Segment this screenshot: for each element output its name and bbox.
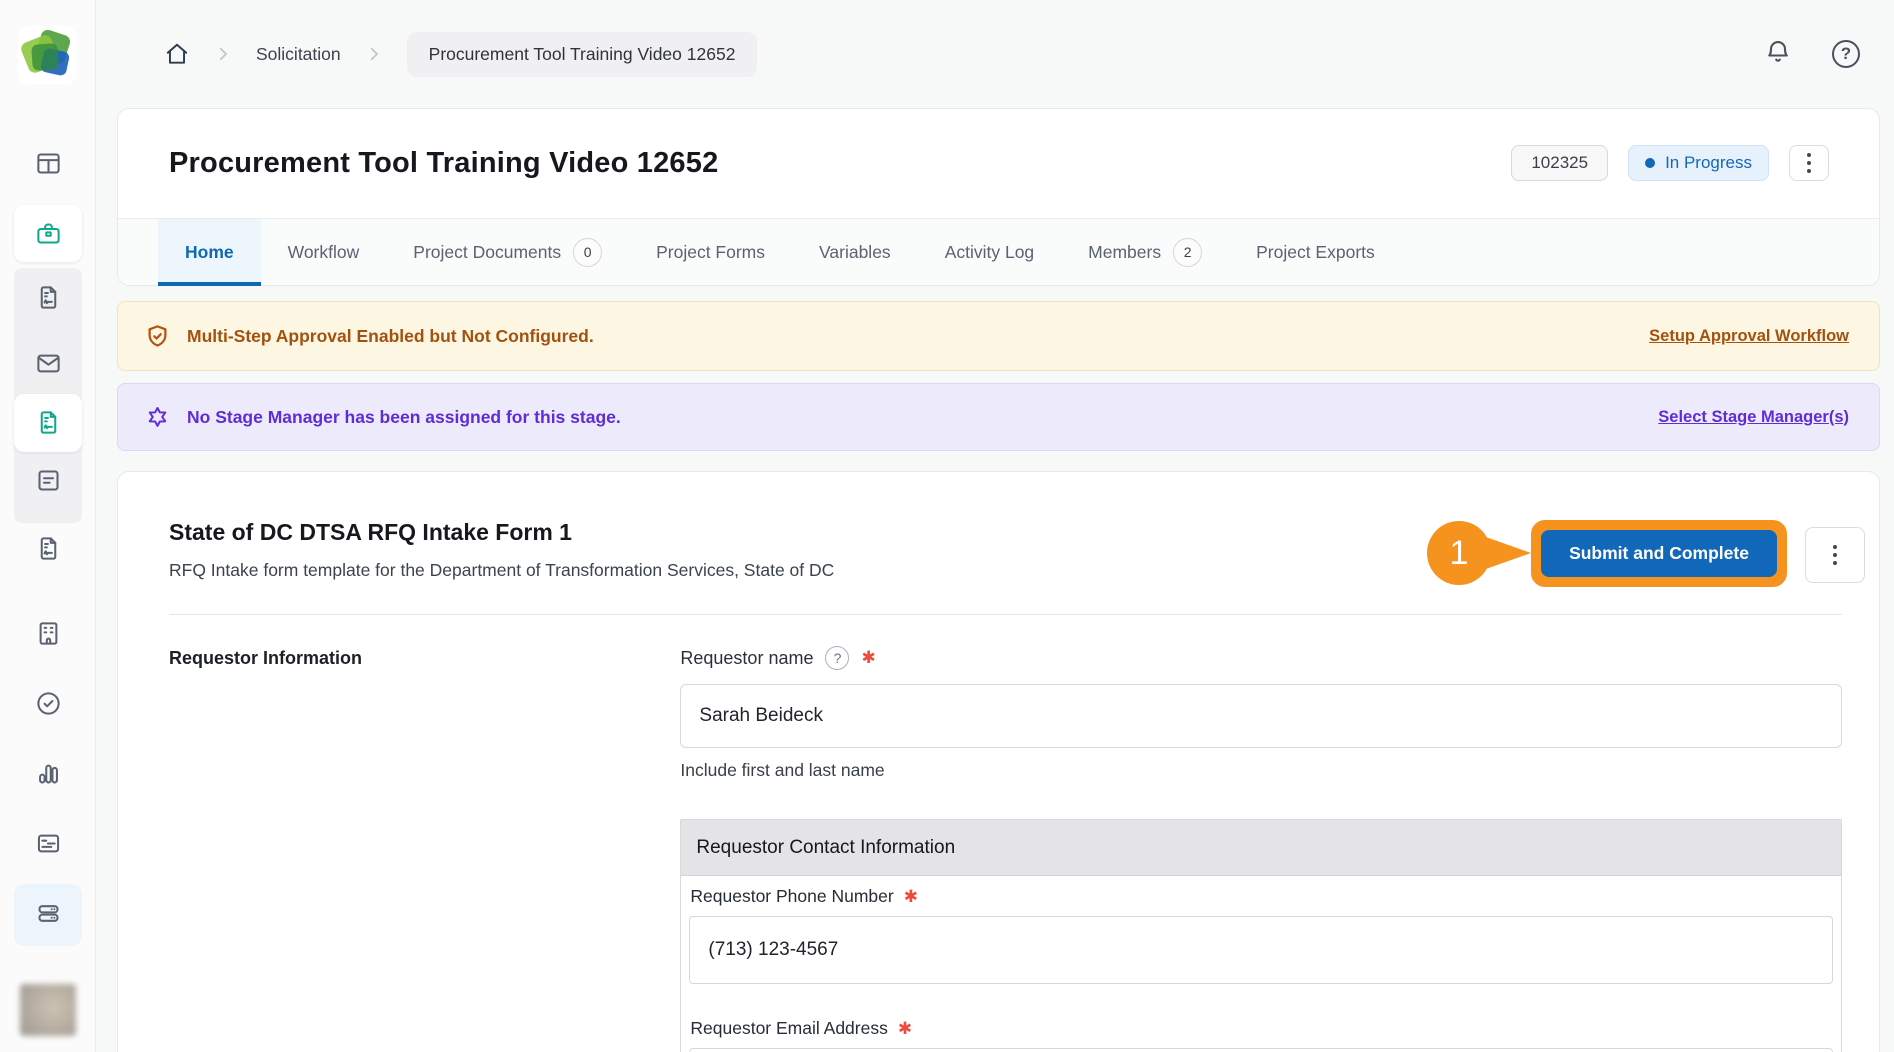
select-stage-manager-link[interactable]: Select Stage Manager(s) [1658, 408, 1849, 427]
requestor-name-input[interactable] [680, 684, 1842, 748]
required-asterisk: ✱ [904, 887, 918, 907]
tab-count-badge: 0 [573, 238, 602, 267]
setup-approval-workflow-link[interactable]: Setup Approval Workflow [1649, 327, 1849, 346]
submit-and-complete-button[interactable]: Submit and Complete [1541, 530, 1777, 577]
dashboard-layout-icon[interactable] [0, 150, 96, 177]
main-area: Solicitation Procurement Tool Training V… [96, 0, 1894, 1052]
tab-activity-log[interactable]: Activity Log [918, 219, 1061, 285]
bar-chart-icon[interactable] [0, 760, 96, 787]
requestor-phone-input[interactable] [689, 916, 1833, 984]
requestor-name-helper-text: Include first and last name [680, 760, 1842, 781]
tab-count-badge: 2 [1173, 238, 1202, 267]
form-kebab-menu-button[interactable] [1805, 527, 1865, 583]
briefcase-icon[interactable] [0, 220, 96, 247]
required-asterisk: ✱ [898, 1019, 912, 1039]
requestor-information-section-label: Requestor Information [169, 646, 680, 669]
tab-variables[interactable]: Variables [792, 219, 918, 285]
requestor-email-input[interactable] [689, 1048, 1833, 1052]
tab-project-exports[interactable]: Project Exports [1229, 219, 1402, 285]
tab-members[interactable]: Members2 [1061, 219, 1229, 285]
kebab-menu-icon [1833, 545, 1837, 565]
chevron-right-icon [214, 45, 232, 63]
project-id-badge: 102325 [1511, 145, 1608, 181]
tab-project-documents[interactable]: Project Documents0 [386, 219, 629, 285]
status-dot [1645, 158, 1655, 168]
envelope-icon[interactable] [0, 350, 96, 377]
breadcrumb-solicitation[interactable]: Solicitation [256, 44, 341, 65]
required-asterisk: ✱ [861, 648, 875, 668]
form-card-icon[interactable] [0, 830, 96, 857]
sidebar [0, 0, 96, 1052]
requestor-name-label: Requestor name [680, 648, 813, 669]
question-circle-icon[interactable]: ? [825, 646, 849, 670]
bell-icon[interactable] [1764, 38, 1792, 71]
form-header-divider [169, 614, 1842, 615]
annotation-step-marker: 1 [1427, 521, 1491, 585]
kebab-menu-icon [1807, 153, 1811, 173]
home-icon[interactable] [164, 41, 190, 67]
avatar[interactable] [20, 984, 76, 1036]
check-circle-icon[interactable] [0, 690, 96, 717]
requestor-phone-label: Requestor Phone Number [690, 886, 893, 907]
approval-warning-banner: Multi-Step Approval Enabled but Not Conf… [117, 301, 1880, 371]
help-icon[interactable]: ? [1832, 40, 1860, 68]
stage-manager-banner: No Stage Manager has been assigned for t… [117, 383, 1880, 451]
status-label: In Progress [1665, 153, 1752, 173]
tab-home[interactable]: Home [158, 219, 261, 285]
chevron-right-icon [365, 45, 383, 63]
app-window: Solicitation Procurement Tool Training V… [0, 0, 1894, 1052]
opengov-logo[interactable] [18, 26, 76, 84]
stage-manager-message: No Stage Manager has been assigned for t… [187, 407, 621, 428]
stage-star-icon [144, 404, 171, 431]
requestor-contact-header: Requestor Contact Information [681, 820, 1841, 876]
status-badge[interactable]: In Progress [1628, 145, 1769, 181]
breadcrumb: Solicitation Procurement Tool Training V… [164, 32, 757, 77]
submit-highlight-ring: Submit and Complete [1531, 520, 1787, 587]
requestor-contact-fieldset: Requestor Contact Information Requestor … [680, 819, 1842, 1052]
page-title: Procurement Tool Training Video 12652 [169, 147, 718, 180]
breadcrumb-current-page[interactable]: Procurement Tool Training Video 12652 [407, 32, 758, 77]
project-header-card: Procurement Tool Training Video 12652 10… [117, 108, 1880, 286]
tab-workflow[interactable]: Workflow [261, 219, 387, 285]
tab-project-forms[interactable]: Project Forms [629, 219, 792, 285]
intake-form-icon-active[interactable] [0, 409, 96, 436]
project-kebab-menu-button[interactable] [1789, 145, 1829, 181]
approval-warning-message: Multi-Step Approval Enabled but Not Conf… [187, 326, 594, 347]
server-stack-icon[interactable] [0, 900, 96, 927]
building-icon[interactable] [0, 620, 96, 647]
notes-icon[interactable] [0, 467, 96, 494]
intake-form-card: State of DC DTSA RFQ Intake Form 1 RFQ I… [117, 471, 1880, 1052]
contract-document-icon[interactable] [0, 284, 96, 311]
requestor-email-label: Requestor Email Address [690, 1018, 887, 1039]
shield-check-icon [144, 323, 171, 350]
document-report-icon[interactable] [0, 535, 96, 562]
project-tabs: Home Workflow Project Documents0 Project… [118, 218, 1879, 285]
topbar: Solicitation Procurement Tool Training V… [96, 0, 1894, 108]
